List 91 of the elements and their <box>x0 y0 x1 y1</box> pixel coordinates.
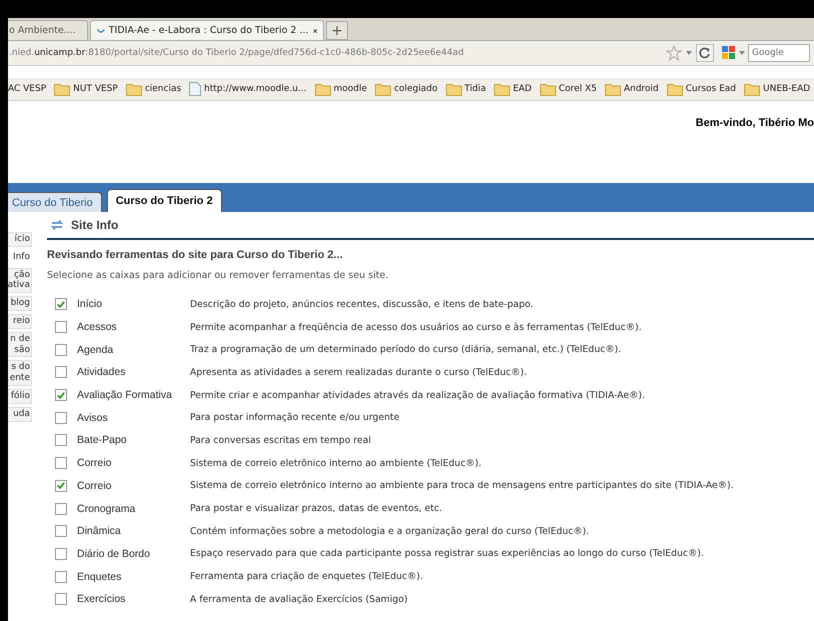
sidebar-item[interactable]: ício <box>8 232 32 247</box>
tool-description: Traz a programação de um determinado período do curso (diária, semanal, etc.) (TelEduc®). <box>190 344 622 356</box>
tool-description: Permite acompanhar a freqüência de acesso dos usuários ao curso e às ferramentas (TelEduc®). <box>190 322 642 333</box>
tool-name: Diário de Bordo <box>77 548 151 560</box>
sidebar-item[interactable]: fólio <box>8 388 32 404</box>
bookmark[interactable]: EAD <box>494 82 532 96</box>
tool-description: Sistema de correio eletrônico interno ao ambiente (TelEduc®). <box>190 458 482 469</box>
checkbox[interactable] <box>55 344 67 356</box>
bookmark[interactable]: colegiado <box>375 82 438 96</box>
bookmark[interactable]: UNEB-EAD <box>744 82 810 96</box>
bookmark[interactable]: NUT VESP <box>54 82 118 96</box>
new-tab-button[interactable]: + <box>326 21 348 40</box>
folder-icon <box>494 82 510 96</box>
sidebar-item[interactable]: uda <box>8 406 32 422</box>
tool-name: Acessos <box>77 321 118 334</box>
checkbox[interactable] <box>55 525 67 538</box>
checkbox[interactable] <box>55 502 67 515</box>
tool-description: Ferramenta para criação de enquetes (TelEduc®). <box>190 571 423 582</box>
tool-name: Enquetes <box>77 570 122 583</box>
bookmark[interactable]: Android <box>604 82 659 96</box>
arrows-icon <box>51 219 63 231</box>
browser-tab[interactable]: o Ambiente.... <box>8 20 88 40</box>
search-field[interactable]: Google <box>748 44 810 62</box>
checkbox[interactable] <box>55 593 67 606</box>
page-icon <box>189 82 202 96</box>
sidebar-item[interactable]: ção ativa <box>8 268 32 294</box>
checkbox[interactable] <box>55 389 67 402</box>
bookmark[interactable]: Tidia <box>446 82 486 96</box>
bookmark[interactable]: moodle <box>314 82 368 96</box>
checkbox[interactable] <box>55 457 67 470</box>
folder-icon <box>446 82 462 96</box>
tool-name: Correio <box>77 457 112 470</box>
site-tab[interactable]: Curso do Tiberio 2 <box>106 189 222 212</box>
instructions-text: Selecione as caixas para adicionar ou remover ferramentas de seu site. <box>47 270 390 281</box>
tool-name: Bate-Papo <box>77 434 128 446</box>
tool-title: Site Info <box>71 218 118 232</box>
checkbox[interactable] <box>55 366 67 378</box>
address-field[interactable]: .nied.unicamp.br:8180/portal/site/Curso do Tiberio 2/page/dfed756d-c1c0-486b-805c-2d25ee6e44ad <box>8 48 658 58</box>
folder-icon <box>54 82 70 96</box>
folder-icon <box>375 82 392 96</box>
tool-description: A ferramenta de avaliação Exercícios (Samigo) <box>190 594 408 605</box>
checkbox[interactable] <box>55 412 67 424</box>
tool-description: Para postar e visualizar prazos, datas de eventos, etc. <box>190 503 442 514</box>
star-icon[interactable] <box>666 45 682 61</box>
sidebar-item[interactable]: s do ente <box>8 360 32 386</box>
tool-description: Descrição do projeto, anúncios recentes, discussão, e itens de bate-papo. <box>190 298 534 310</box>
bookmark[interactable]: AC VESP <box>8 84 46 94</box>
tool-name: Correio <box>77 480 112 492</box>
tool-description: Para postar informação recente e/ou urgente <box>190 412 400 424</box>
caret-icon[interactable] <box>686 51 692 55</box>
bookmark[interactable]: http://www.moodle.u... <box>189 82 307 96</box>
site-tab[interactable]: Curso do Tiberio <box>8 192 102 212</box>
sidebar-item[interactable]: reio <box>8 314 32 329</box>
sidebar-item[interactable]: n de são <box>8 332 32 358</box>
folder-icon <box>540 82 556 96</box>
reload-icon[interactable] <box>696 44 714 62</box>
tool-description: Sistema de correio eletrônico interno ao ambiente para troca de mensagens entre participantes do site (TIDIA-Ae®). <box>190 480 734 492</box>
checkbox[interactable] <box>55 434 67 446</box>
bookmark[interactable]: Cursos Ead <box>666 82 736 96</box>
sidebar-item[interactable]: blog <box>8 296 32 311</box>
tool-description: Permite criar e acompanhar atividades através da realização de avaliação formativa (TIDIA-Ae®). <box>190 390 645 401</box>
welcome-text: Bem-vindo, Tibério Mo <box>696 117 814 129</box>
tool-description: Para conversas escritas em tempo real <box>190 434 371 446</box>
folder-icon <box>126 82 142 96</box>
caret-icon[interactable] <box>739 51 745 55</box>
folder-icon <box>666 82 683 96</box>
tool-name: Avisos <box>77 412 109 424</box>
folder-icon <box>744 82 760 96</box>
checkbox[interactable] <box>55 548 67 560</box>
browser-tab[interactable]: TIDIA-Ae - e-Labora : Curso do Tiberio 2 ... <box>90 20 324 40</box>
folder-icon <box>604 82 621 96</box>
close-icon[interactable] <box>312 26 317 34</box>
tool-description: Apresenta as atividades a serem realizadas durante o curso (TelEduc®). <box>190 366 527 378</box>
bookmark[interactable]: Corel X5 <box>540 82 597 96</box>
tool-name: Avaliação Formativa <box>77 389 173 402</box>
tool-name: Cronograma <box>77 502 136 515</box>
page-heading: Revisando ferramentas do site para Curso do Tiberio 2... <box>47 249 344 261</box>
tool-description: Espaço reservado para que cada participante possa registrar suas experiências ao longo do curso (TelEduc®). <box>190 548 704 560</box>
folder-icon <box>314 82 331 96</box>
tool-name: Exercícios <box>77 593 126 606</box>
tool-name: Início <box>77 298 104 310</box>
bookmark[interactable]: ciencias <box>126 82 182 96</box>
tool-description: Contém informações sobre a metodologia e a organização geral do curso (TelEduc®). <box>190 526 590 537</box>
checkbox[interactable] <box>55 570 67 583</box>
checkbox[interactable] <box>55 321 67 334</box>
checkbox[interactable] <box>55 298 67 310</box>
tool-name: Atividades <box>77 366 126 378</box>
tool-name: Agenda <box>77 344 114 356</box>
checkbox[interactable] <box>55 480 67 492</box>
squares-icon <box>722 46 736 60</box>
tool-name: Dinâmica <box>77 525 122 538</box>
